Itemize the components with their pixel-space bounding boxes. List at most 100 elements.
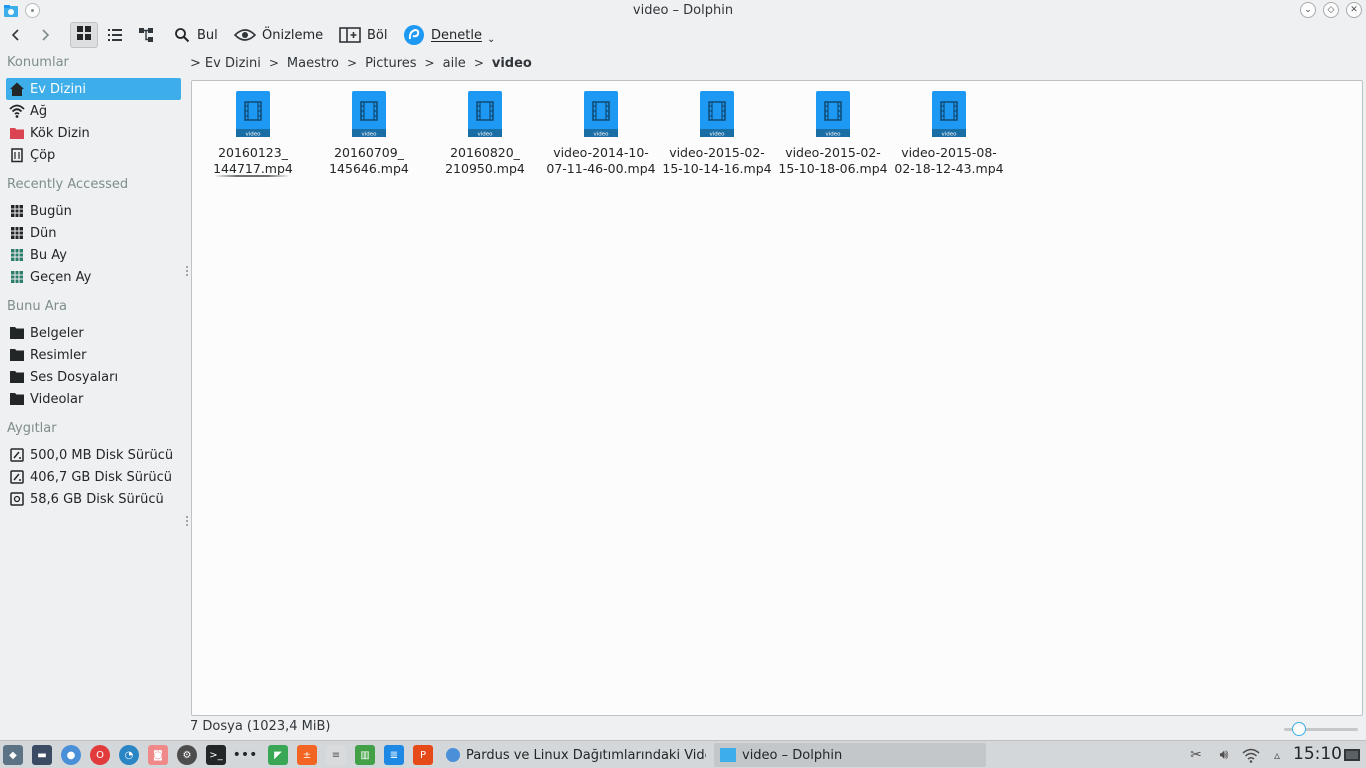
pardus-icon [402,22,426,48]
volume-icon[interactable]: 🔊︎ [1212,745,1236,765]
chevron-up-icon[interactable]: ▵ [1268,745,1286,765]
writer-icon[interactable]: ≣ [384,745,404,765]
list-view-icon [102,22,128,48]
find-button[interactable]: Bul [172,22,218,48]
sidebar-item-network[interactable]: Ağ [6,100,181,122]
file-icon-tag: video [709,132,725,138]
search-heading: Bunu Ara [7,299,67,314]
panel-splitter-handle[interactable] [186,266,188,276]
klipper-icon[interactable]: ✂ [1186,745,1206,765]
close-button[interactable]: ✕ [1346,2,1362,18]
presentation-icon[interactable]: P [413,745,433,765]
breadcrumb-separator[interactable]: > [269,56,279,70]
file-icon-tag: video [825,132,841,138]
clock[interactable]: 15:10 [1293,744,1342,764]
more-icon[interactable]: ••• [233,745,258,765]
trash-icon [9,147,25,163]
chromium-icon [446,748,460,762]
screenshot-icon[interactable]: ◙ [148,745,168,765]
sidebar-item-label: Bu Ay [30,247,67,263]
sidebar-item-drive-406gb[interactable]: 406,7 GB Disk Sürücü [6,466,181,488]
file-item[interactable]: video video-2015-08- 02-18-12-43.mp4 [892,89,1006,177]
sidebar-item-root[interactable]: Kök Dizin [6,122,181,144]
sidebar-item-last-month[interactable]: Geçen Ay [6,266,181,288]
devices-heading: Aygıtlar [7,421,57,436]
sidebar-item-home[interactable]: Ev Dizini [6,78,181,100]
split-view-mode-button[interactable] [133,22,159,48]
sidebar-item-label: 406,7 GB Disk Sürücü [30,469,172,485]
sidebar-item-audio[interactable]: Ses Dosyaları [6,366,181,388]
breadcrumb-separator[interactable]: > [474,56,484,70]
task-chromium[interactable]: Pardus ve Linux Dağıtımlarındaki Vide [440,743,710,767]
file-item[interactable]: video 20160123_ 144717.mp4 [196,89,310,177]
drive-icon [9,491,25,507]
file-item[interactable]: video video-2014-10- 07-11-46-00.mp4 [544,89,658,177]
sidebar-item-label: Belgeler [30,325,84,341]
sidebar-item-label: Çöp [30,147,56,163]
details-view-button[interactable] [102,22,128,48]
wifi-icon[interactable] [1240,745,1262,765]
task-dolphin[interactable]: video – Dolphin [714,743,986,767]
forward-button[interactable] [32,22,58,48]
sidebar-item-videos[interactable]: Videolar [6,388,181,410]
folder-icon [9,347,25,363]
breadcrumb-item-video[interactable]: video [492,56,532,71]
file-item[interactable]: video 20160820_ 210950.mp4 [428,89,542,177]
zoom-slider-handle[interactable] [1292,722,1306,736]
breadcrumb-separator[interactable]: > [347,56,357,70]
search-icon [172,22,192,48]
browser-icon[interactable]: ◔ [119,745,139,765]
grid-view-icon [76,25,92,45]
icons-view-button[interactable] [70,22,98,48]
sidebar-item-drive-58gb[interactable]: 58,6 GB Disk Sürücü [6,488,181,510]
sidebar-item-trash[interactable]: Çöp [6,144,181,166]
file-item[interactable]: video video-2015-02- 15-10-18-06.mp4 [776,89,890,177]
desktop-peek-icon[interactable] [1342,745,1362,765]
breadcrumb-item-home[interactable]: Ev Dizini [205,56,261,71]
video-file-icon: video [932,91,966,138]
task-label: video – Dolphin [742,747,843,763]
minimize-button[interactable]: ⌄ [1300,2,1316,18]
split-button[interactable]: Böl [338,22,387,48]
preview-button[interactable]: Önizleme [233,22,323,48]
sidebar-item-label: Ses Dosyaları [30,369,119,385]
file-item[interactable]: video video-2015-02- 15-10-14-16.mp4 [660,89,774,177]
file-name: 20160709_ 145646.mp4 [329,145,409,176]
places-panel: Konumlar Ev Dizini Ağ Kök Dizin Çöp Rece… [0,50,184,716]
sidebar-item-documents[interactable]: Belgeler [6,322,181,344]
back-button[interactable] [3,22,29,48]
maximize-button[interactable]: ◇ [1323,2,1339,18]
sidebar-item-this-month[interactable]: Bu Ay [6,244,181,266]
settings-icon[interactable]: ⚙ [177,745,197,765]
chromium-icon[interactable]: ● [61,745,81,765]
breadcrumb-root-arrow[interactable]: > [190,56,201,71]
drive-icon [9,447,25,463]
terminal-icon[interactable]: >_ [206,745,226,765]
spreadsheet-icon[interactable]: ▥ [355,745,375,765]
sidebar-item-today[interactable]: Bugün [6,200,181,222]
title-bar: video – Dolphin ⌄ ◇ ✕ [0,0,1366,22]
menu-icon[interactable]: ◆ [3,745,23,765]
panel-splitter-handle[interactable] [186,516,188,526]
file-view[interactable]: video 20160123_ 144717.mp4 video 20160709… [191,80,1363,716]
file-item[interactable]: video 20160709_ 145646.mp4 [312,89,426,177]
desktop-icon[interactable]: ▬ [32,745,52,765]
breadcrumb-item-pictures[interactable]: Pictures [365,56,416,71]
file-name: 20160123_ 144717.mp4 [213,145,293,176]
breadcrumb-item-maestro[interactable]: Maestro [287,56,339,71]
sidebar-item-drive-500mb[interactable]: 500,0 MB Disk Sürücü [6,444,181,466]
drive-icon [9,469,25,485]
opera-icon[interactable]: O [90,745,110,765]
places-heading: Konumlar [7,55,69,70]
breadcrumb-item-aile[interactable]: aile [443,56,466,71]
breadcrumb-separator[interactable]: > [425,56,435,70]
notes-icon[interactable]: ≡ [326,745,346,765]
task-label: Pardus ve Linux Dağıtımlarındaki Vide [466,747,706,763]
calc-icon[interactable]: ± [297,745,317,765]
sidebar-item-yesterday[interactable]: Dün [6,222,181,244]
file-icon-tag: video [361,132,377,138]
toolbar: Bul Önizleme Böl Denetle ⌄ [0,22,1366,50]
control-menu-button[interactable]: Denetle ⌄ [402,22,495,48]
sidebar-item-images[interactable]: Resimler [6,344,181,366]
maps-icon[interactable]: ◤ [268,745,288,765]
